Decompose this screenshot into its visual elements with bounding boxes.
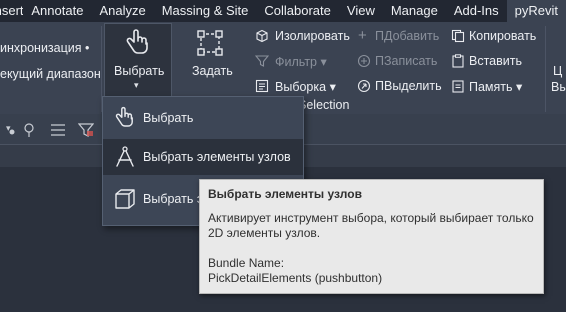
copy-button[interactable]: Копировать (451, 28, 541, 46)
hand-pointer-icon (115, 106, 133, 127)
memory-icon (452, 80, 464, 93)
panel-divider-right (545, 26, 546, 112)
menu-item-select[interactable]: Выбрать (103, 100, 303, 136)
p-highlight-button[interactable]: ПВыделить (357, 78, 445, 96)
isolate-button[interactable]: Изолировать (255, 28, 353, 46)
cube-icon (115, 189, 135, 209)
tab-insert[interactable]: Insert (0, 0, 23, 22)
tooltip-bundle-value: PickDetailElements (pushbutton) (208, 271, 383, 285)
cut-right-label-2[interactable]: Вы (551, 80, 566, 94)
tab-view[interactable]: View (339, 0, 383, 22)
list-settings-icon[interactable] (50, 123, 66, 137)
tooltip-description-line-2: 2D элементы узлов. (208, 226, 321, 240)
select-button[interactable]: Выбрать ▾ (104, 23, 172, 99)
tooltip: Выбрать элементы узлов Активирует инстру… (199, 179, 544, 294)
current-range-button[interactable]: екущий диапазон (0, 67, 101, 81)
tooltip-description-line-1: Активирует инструмент выбора, который вы… (208, 211, 534, 225)
selection-box-icon (197, 30, 223, 56)
panel-title-selection: Selection (298, 98, 350, 112)
tab-add-ins[interactable]: Add-Ins (446, 0, 507, 22)
sync-button[interactable]: инхронизация • (0, 41, 89, 55)
selection-button[interactable]: Выборка ▾ (255, 78, 353, 96)
pin-icon[interactable] (22, 122, 36, 138)
filter-button[interactable]: Фильтр ▾ (255, 53, 353, 71)
tab-collaborate[interactable]: Collaborate (256, 0, 339, 22)
tab-analyze[interactable]: Analyze (91, 0, 153, 22)
select-dropdown-arrow[interactable]: ▾ (134, 80, 139, 91)
hand-pointer-icon (126, 29, 148, 54)
menu-item-select-detail-elements[interactable]: Выбрать элементы узлов (103, 139, 303, 175)
dot-marker-icon[interactable] (9, 129, 15, 135)
set-button-label: Задать (192, 64, 233, 78)
memory-button[interactable]: Память ▾ (451, 78, 541, 96)
paste-icon (452, 54, 464, 68)
p-add-button[interactable]: + ПДобавить (357, 27, 445, 46)
filter-icon (255, 55, 269, 67)
plus-icon: + (358, 27, 367, 44)
tooltip-title: Выбрать элементы узлов (208, 187, 362, 201)
record-icon (357, 54, 371, 68)
tab-massing-site[interactable]: Massing & Site (154, 0, 257, 22)
copy-icon (451, 29, 465, 43)
compass-icon (116, 146, 134, 167)
isolate-cube-icon (256, 29, 268, 43)
tooltip-bundle-label: Bundle Name: (208, 256, 285, 270)
paste-button[interactable]: Вставить (451, 53, 541, 71)
set-button[interactable]: Задать (184, 26, 238, 86)
tab-annotate[interactable]: Annotate (23, 0, 91, 22)
select-button-label: Выбрать (114, 64, 165, 78)
selection-set-icon (255, 79, 269, 93)
p-record-button[interactable]: ПЗаписать (357, 53, 445, 71)
ribbon-tab-bar: Insert Annotate Analyze Massing & Site C… (0, 0, 566, 22)
tab-pyrevit[interactable]: pyRevit (506, 0, 566, 22)
tab-manage[interactable]: Manage (383, 0, 446, 22)
cut-right-label-1[interactable]: Ц (553, 64, 562, 78)
filter-funnel-icon[interactable] (78, 123, 94, 137)
highlight-icon (357, 79, 371, 93)
